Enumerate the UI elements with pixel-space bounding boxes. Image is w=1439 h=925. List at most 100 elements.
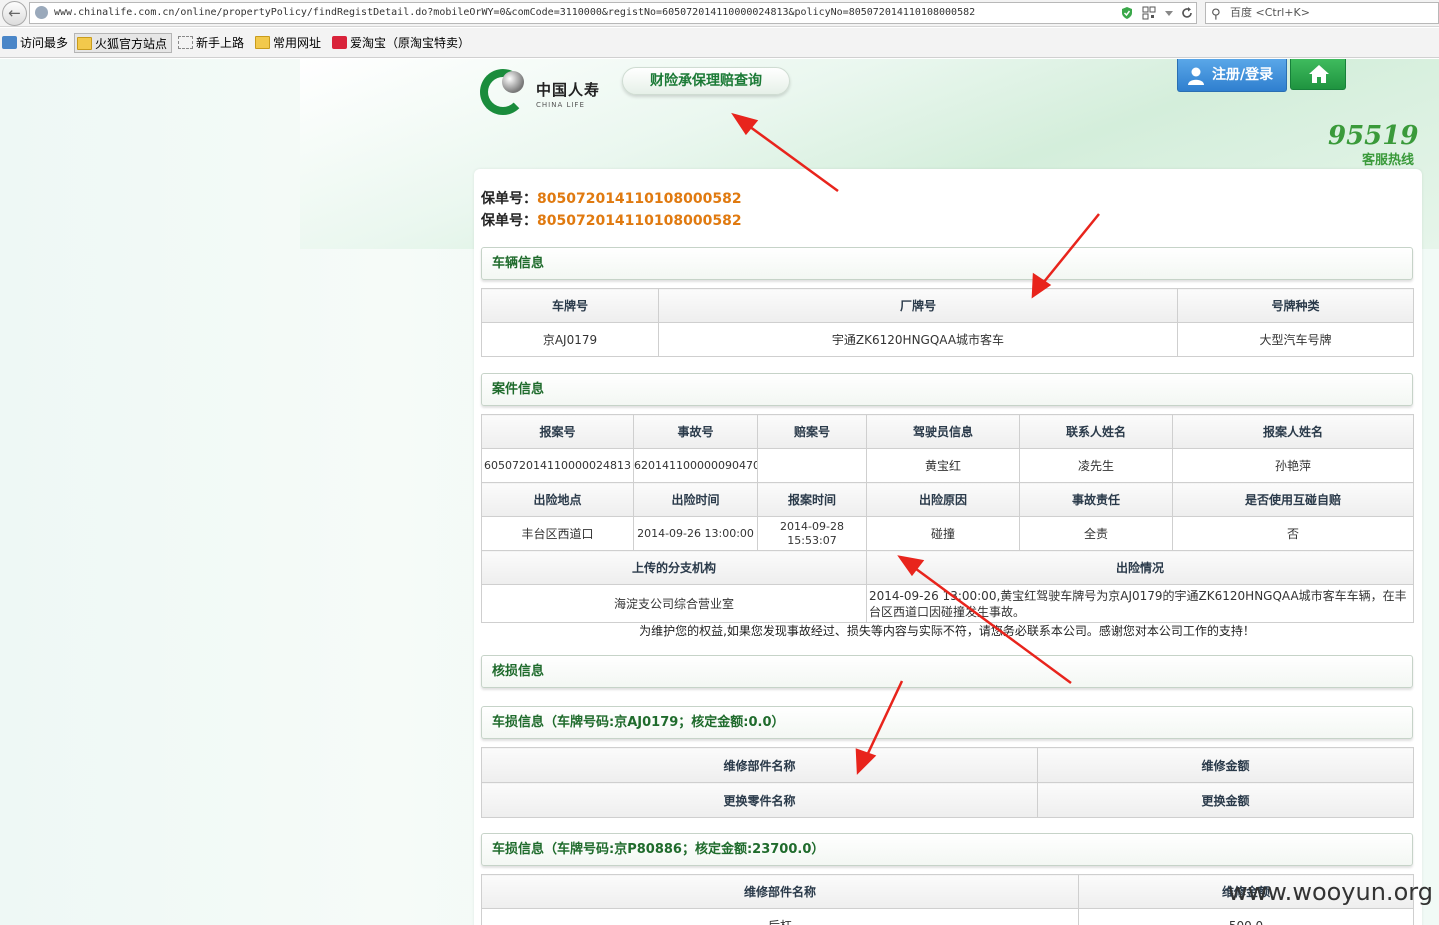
policy-number-2: 保单号：805072014110108000582 [481,210,742,230]
table-row: 后杠 500.0 [481,908,1414,925]
table-header-row: 上传的分支机构 出险情况 [481,550,1414,585]
search-input[interactable]: ⚲ 百度 <Ctrl+K> [1205,2,1439,24]
table-cell: 大型汽车号牌 [1177,322,1414,357]
table-row: 京AJ0179 宇通ZK6120HNGQAA城市客车 大型汽车号牌 [481,322,1414,357]
policy-label: 保单号： [481,191,537,207]
bookmark-label: 火狐官方站点 [95,37,168,51]
column-header: 赔案号 [757,414,867,449]
column-header: 是否使用互碰自赔 [1172,482,1414,517]
bookmark-getting-started[interactable]: 新手上路 [176,33,244,53]
home-icon [1309,65,1329,83]
vehicle-info-header: 车辆信息 [481,247,1413,280]
table-cell: 海淀支公司综合营业室 [481,584,867,623]
column-header: 维修金额 [1037,747,1414,783]
table-cell: 孙艳萍 [1172,448,1414,483]
column-header: 更换零件名称 [481,782,1038,818]
column-header: 出险地点 [481,482,634,517]
folder-icon [77,37,92,50]
address-bar[interactable]: www.chinalife.com.cn/online/propertyPoli… [29,2,1197,24]
bookmark-firefox-site[interactable]: 火狐官方站点 [74,33,173,53]
table-cell: 京AJ0179 [481,322,659,357]
car1-loss-header: 车损信息（车牌号码:京AJ0179；核定金额:0.0） [481,706,1413,739]
column-header: 事故号 [633,414,758,449]
table-header-row: 车牌号 厂牌号 号牌种类 [481,288,1414,323]
bookmark-icon [178,36,193,49]
case-info-header: 案件信息 [481,373,1413,406]
column-header: 厂牌号 [658,288,1178,323]
bookmark-label: 爱淘宝（原淘宝特卖） [350,36,471,50]
table-cell: 620141100000090470 [633,448,758,483]
column-header: 出险情况 [866,550,1414,585]
table-cell: 丰台区西道口 [481,516,634,551]
back-button[interactable]: ← [2,1,27,26]
table-header-row: 报案号 事故号 赔案号 驾驶员信息 联系人姓名 报案人姓名 [481,414,1414,449]
table-row: 丰台区西道口 2014-09-26 13:00:00 2014-09-28 15… [481,516,1414,551]
login-button[interactable]: 注册/登录 [1177,59,1287,92]
policy-value: 805072014110108000582 [537,191,742,207]
table-row: 海淀支公司综合营业室 2014-09-26 13:00:00,黄宝红驾驶车牌号为… [481,584,1414,623]
search-icon: ⚲ [1211,7,1221,22]
table-cell: 凌先生 [1019,448,1173,483]
column-header: 联系人姓名 [1019,414,1173,449]
bookmark-label: 访问最多 [20,36,69,50]
table-cell: 黄宝红 [866,448,1020,483]
table-header-row: 更换零件名称 更换金额 [481,782,1414,818]
bookmark-label: 新手上路 [196,36,245,50]
bookmark-label: 常用网址 [273,36,322,50]
web-page: 中国人寿 CHINA LIFE 财险承保理赔查询 注册/登录 95519 客服热… [0,59,1439,925]
case-table: 报案号 事故号 赔案号 驾驶员信息 联系人姓名 报案人姓名 6050720141… [481,414,1414,623]
policy-value: 805072014110108000582 [537,213,742,229]
hotline-number: 95519 [1328,121,1419,151]
reload-icon[interactable] [1180,6,1194,20]
car1-loss-table: 维修部件名称 维修金额 更换零件名称 更换金额 [481,747,1414,818]
column-header: 报案人姓名 [1172,414,1414,449]
column-header: 上传的分支机构 [481,550,867,585]
table-cell: 2014-09-28 15:53:07 [757,516,867,551]
table-cell: 605072014110000024813 [481,448,634,483]
content-panel: 保单号：805072014110108000582 保单号：8050720141… [474,169,1422,925]
column-header: 出险原因 [866,482,1020,517]
table-cell: 2014-09-26 13:00:00,黄宝红驾驶车牌号为京AJ0179的宇通Z… [866,584,1414,623]
table-header-row: 出险地点 出险时间 报案时间 出险原因 事故责任 是否使用互碰自赔 [481,482,1414,517]
folder-icon [255,36,270,49]
notice-text: 为维护您的权益,如果您发现事故经过、损失等内容与实际不符，请您务必联系本公司。感… [639,624,1255,638]
table-header-row: 维修部件名称 维修金额 [481,747,1414,783]
globe-icon [35,6,48,19]
search-placeholder: 百度 <Ctrl+K> [1230,6,1310,19]
logo-cn-text: 中国人寿 [536,81,601,99]
loss-info-header: 核损信息 [481,655,1413,688]
column-header: 报案号 [481,414,634,449]
vehicle-table: 车牌号 厂牌号 号牌种类 京AJ0179 宇通ZK6120HNGQAA城市客车 … [481,288,1414,357]
logo-ball-icon [502,71,524,93]
watermark-text: www.wooyun.org [1228,878,1433,906]
table-cell: 后杠 [481,908,1079,925]
dropdown-arrow-icon[interactable] [1162,6,1176,20]
column-header: 更换金额 [1037,782,1414,818]
address-text: www.chinalife.com.cn/online/propertyPoli… [54,7,976,18]
browser-toolbar: ← www.chinalife.com.cn/online/propertyPo… [0,0,1439,27]
table-cell: 碰撞 [866,516,1020,551]
table-cell [757,448,867,483]
policy-label: 保单号： [481,213,537,229]
car2-loss-header: 车损信息（车牌号码:京P80886；核定金额:23700.0） [481,833,1413,866]
policy-number-1: 保单号：805072014110108000582 [481,188,742,208]
china-life-logo[interactable]: 中国人寿 CHINA LIFE [480,69,620,117]
table-cell: 500.0 [1078,908,1414,925]
taobao-icon [332,36,347,49]
shield-icon[interactable] [1120,6,1134,20]
column-header: 报案时间 [757,482,867,517]
table-cell: 2014-09-26 13:00:00 [633,516,758,551]
bookmark-icon [2,36,17,49]
qrcode-icon[interactable] [1142,6,1156,20]
column-header: 驾驶员信息 [866,414,1020,449]
table-row: 605072014110000024813 620141100000090470… [481,448,1414,483]
bookmark-aitaobao[interactable]: 爱淘宝（原淘宝特卖） [330,33,470,53]
bookmark-most-visited[interactable]: 访问最多 [0,33,68,53]
hotline-label: 客服热线 [1362,153,1415,168]
home-button[interactable] [1290,59,1346,90]
bookmarks-bar: 访问最多 火狐官方站点 新手上路 常用网址 爱淘宝（原淘宝特卖） [0,28,1439,58]
bookmark-common-sites[interactable]: 常用网址 [253,33,321,53]
logo-en-text: CHINA LIFE [536,101,585,109]
table-cell: 全责 [1019,516,1173,551]
table-cell: 宇通ZK6120HNGQAA城市客车 [658,322,1178,357]
